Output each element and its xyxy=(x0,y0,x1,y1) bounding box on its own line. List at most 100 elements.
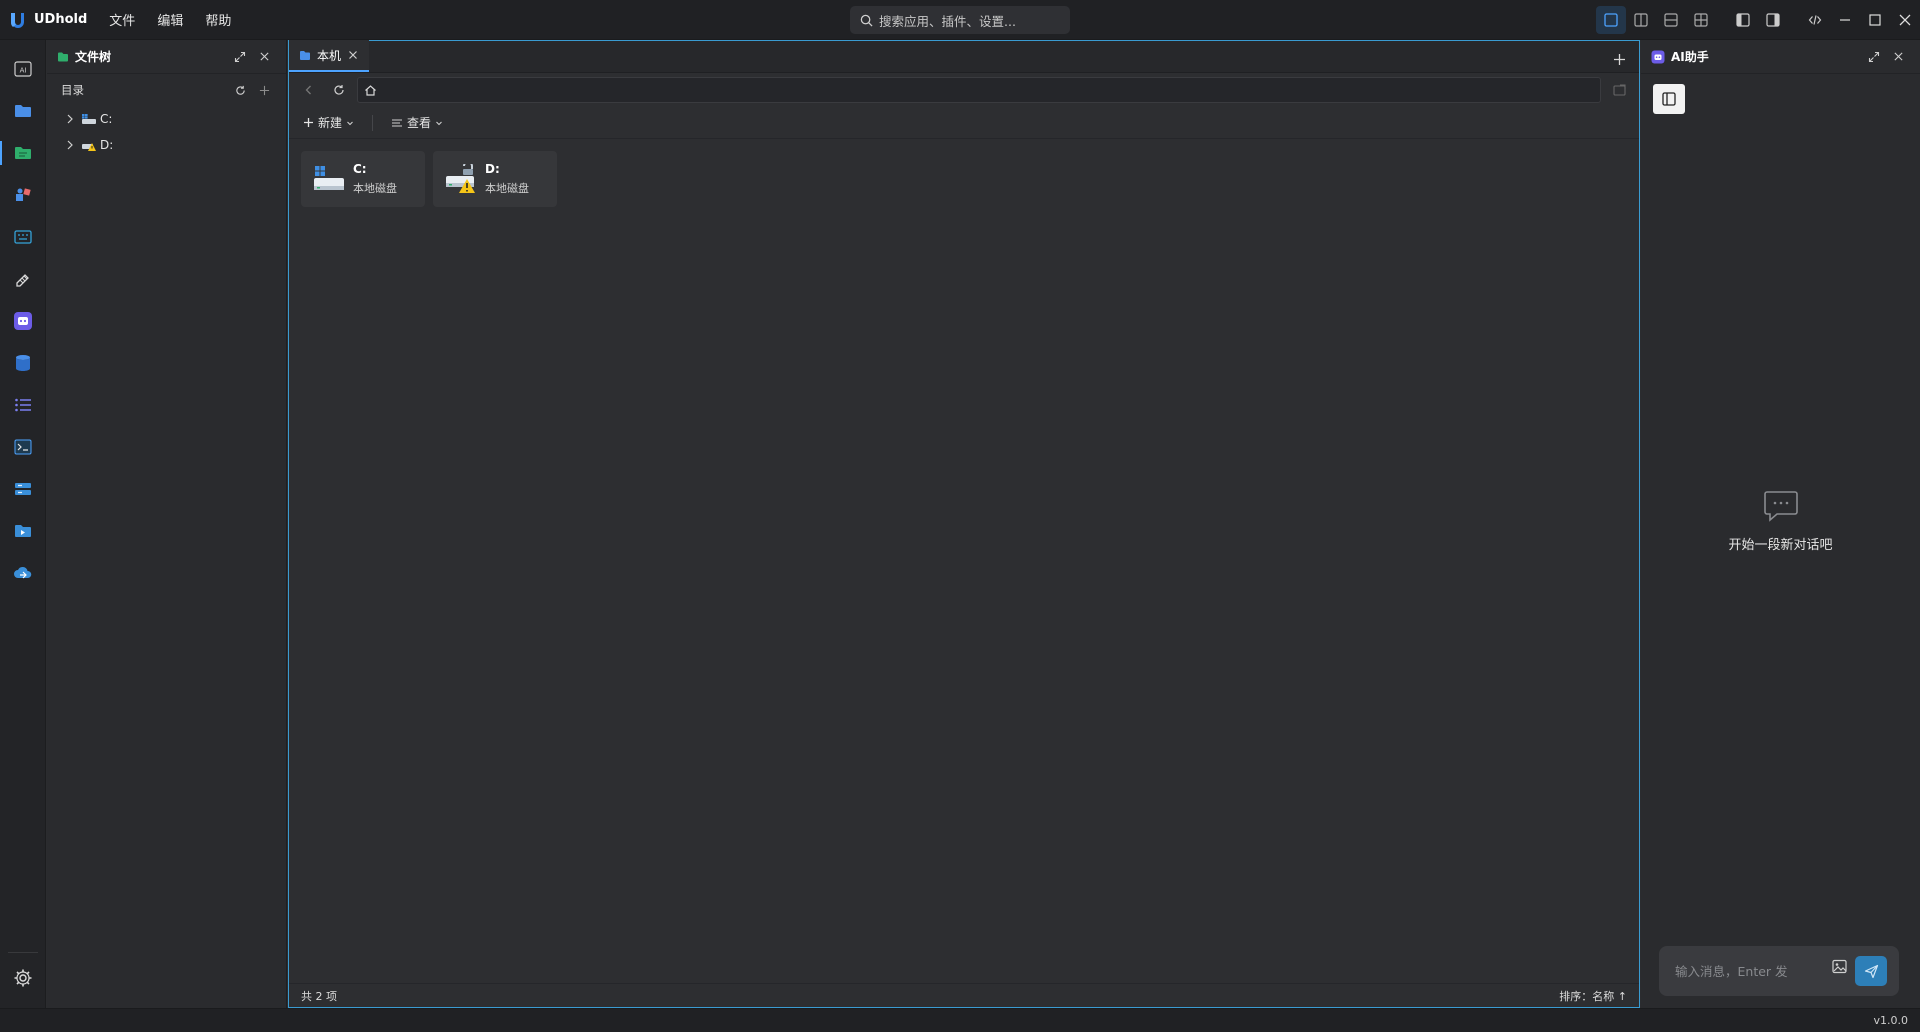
tree-item-label: C: xyxy=(100,112,113,126)
view-button[interactable]: 查看 xyxy=(391,114,443,131)
menu-file[interactable]: 文件 xyxy=(109,10,135,29)
video-folder-icon xyxy=(15,525,31,537)
ai-empty-state: 开始一段新对话吧 xyxy=(1641,490,1920,553)
refresh-button[interactable] xyxy=(327,78,351,102)
file-tree-header: 文件树 xyxy=(47,40,286,74)
send-message-button[interactable] xyxy=(1855,956,1887,986)
drive-card-d[interactable]: D: 本地磁盘 xyxy=(433,151,557,207)
svg-text:AI: AI xyxy=(20,67,27,75)
menu-edit[interactable]: 编辑 xyxy=(157,10,183,29)
left-panel-icon xyxy=(1736,13,1750,27)
attach-image-button[interactable] xyxy=(1832,959,1847,974)
app-logo-icon xyxy=(0,0,34,40)
new-button[interactable]: 新建 xyxy=(303,114,354,131)
gear-icon xyxy=(14,969,32,987)
bot-icon xyxy=(14,312,32,330)
maximize-button[interactable] xyxy=(1860,6,1890,34)
close-icon xyxy=(1899,14,1911,26)
drive-name: C: xyxy=(353,162,367,176)
tree-item-c[interactable]: C: xyxy=(47,106,286,132)
activity-terminal[interactable] xyxy=(0,427,46,467)
drive-card-c[interactable]: C: 本地磁盘 xyxy=(301,151,425,207)
global-search[interactable]: 搜索应用、插件、设置... xyxy=(850,6,1070,34)
layout-vsplit-button[interactable] xyxy=(1626,6,1656,34)
layout-hsplit-icon xyxy=(1664,13,1678,27)
toggle-right-panel-button[interactable] xyxy=(1758,6,1788,34)
close-tab-icon[interactable] xyxy=(347,49,359,61)
activity-server[interactable] xyxy=(0,469,46,509)
close-window-button[interactable] xyxy=(1890,6,1920,34)
chevron-right-icon xyxy=(67,140,73,150)
right-panel-icon xyxy=(1766,13,1780,27)
toggle-left-panel-button[interactable] xyxy=(1728,6,1758,34)
activity-video-folder[interactable] xyxy=(0,511,46,551)
activity-file-tree[interactable] xyxy=(0,133,46,173)
file-tree-title: 文件树 xyxy=(75,50,112,64)
expand-ai-panel-button[interactable] xyxy=(1862,45,1886,69)
ai-input-box xyxy=(1659,946,1899,996)
directory-section-header: 目录 xyxy=(47,74,286,106)
close-panel-button[interactable] xyxy=(252,45,276,69)
view-button-label: 查看 xyxy=(407,116,432,130)
server-icon xyxy=(15,483,31,495)
close-icon xyxy=(1893,52,1903,61)
plus-icon xyxy=(259,85,269,95)
add-tree-item-button[interactable] xyxy=(252,78,276,102)
new-tab-button[interactable] xyxy=(1607,47,1631,71)
editor-status-bar: 共 2 项 排序：名称 ↑ xyxy=(289,983,1639,1007)
layout-hsplit-button[interactable] xyxy=(1656,6,1686,34)
activity-folder[interactable] xyxy=(0,91,46,131)
activity-tools[interactable] xyxy=(0,259,46,299)
tab-this-pc[interactable]: 本机 xyxy=(289,40,370,72)
plus-icon xyxy=(304,118,313,127)
address-bar[interactable] xyxy=(357,77,1601,103)
system-drive-icon xyxy=(314,166,344,190)
activity-list[interactable] xyxy=(0,385,46,425)
search-placeholder: 搜索应用、插件、设置... xyxy=(879,13,1016,29)
menu-help[interactable]: 帮助 xyxy=(205,10,231,29)
ai-icon: AI xyxy=(14,61,32,77)
tree-item-d[interactable]: D: xyxy=(47,132,286,158)
layout-single-button[interactable] xyxy=(1596,6,1626,34)
drive-warning-icon xyxy=(82,143,96,151)
expand-panel-button[interactable] xyxy=(228,45,252,69)
activity-database[interactable] xyxy=(0,343,46,383)
ai-sidebar-toggle-button[interactable] xyxy=(1653,84,1685,114)
back-button[interactable] xyxy=(297,78,321,102)
chevron-down-icon xyxy=(347,121,353,125)
plus-icon xyxy=(1613,53,1625,65)
title-bar: UDhold 文件 编辑 帮助 搜索应用、插件、设置... xyxy=(0,0,1920,40)
activity-settings[interactable] xyxy=(0,958,46,998)
window-controls xyxy=(1596,0,1920,40)
sort-indicator[interactable]: 排序：名称 ↑ xyxy=(1559,988,1627,1004)
ai-message-input[interactable] xyxy=(1673,962,1823,980)
drive-warning-icon xyxy=(446,164,475,193)
file-tree-icon xyxy=(15,147,31,159)
devtools-button[interactable] xyxy=(1800,6,1830,34)
refresh-tree-button[interactable] xyxy=(228,78,252,102)
layout-single-icon xyxy=(1604,13,1618,27)
item-count: 共 2 项 xyxy=(301,989,337,1003)
plugins-icon xyxy=(16,188,31,201)
app-window: UDhold 文件 编辑 帮助 搜索应用、插件、设置... AI 文件树 目录 … xyxy=(0,0,1920,1032)
bot-icon xyxy=(1651,50,1665,63)
close-ai-panel-button[interactable] xyxy=(1886,45,1910,69)
activity-cloud[interactable] xyxy=(0,553,46,593)
external-window-icon xyxy=(1612,84,1626,96)
file-tree-panel: 文件树 目录 C: D: xyxy=(47,40,287,1008)
drive-icon xyxy=(82,114,96,124)
file-toolbar: 新建 查看 xyxy=(289,107,1639,139)
activity-keyboard[interactable] xyxy=(0,217,46,257)
folder-icon xyxy=(15,105,31,117)
activity-bot[interactable] xyxy=(0,301,46,341)
activity-plugins[interactable] xyxy=(0,175,46,215)
view-lines-icon xyxy=(392,118,403,127)
navigation-bar xyxy=(289,73,1639,107)
open-external-button[interactable] xyxy=(1607,78,1631,102)
minimize-button[interactable] xyxy=(1830,6,1860,34)
layout-grid-button[interactable] xyxy=(1686,6,1716,34)
minimize-icon xyxy=(1840,19,1850,21)
activity-bar: AI xyxy=(0,40,46,1008)
cloud-icon xyxy=(14,566,32,579)
activity-ai[interactable]: AI xyxy=(0,49,46,89)
